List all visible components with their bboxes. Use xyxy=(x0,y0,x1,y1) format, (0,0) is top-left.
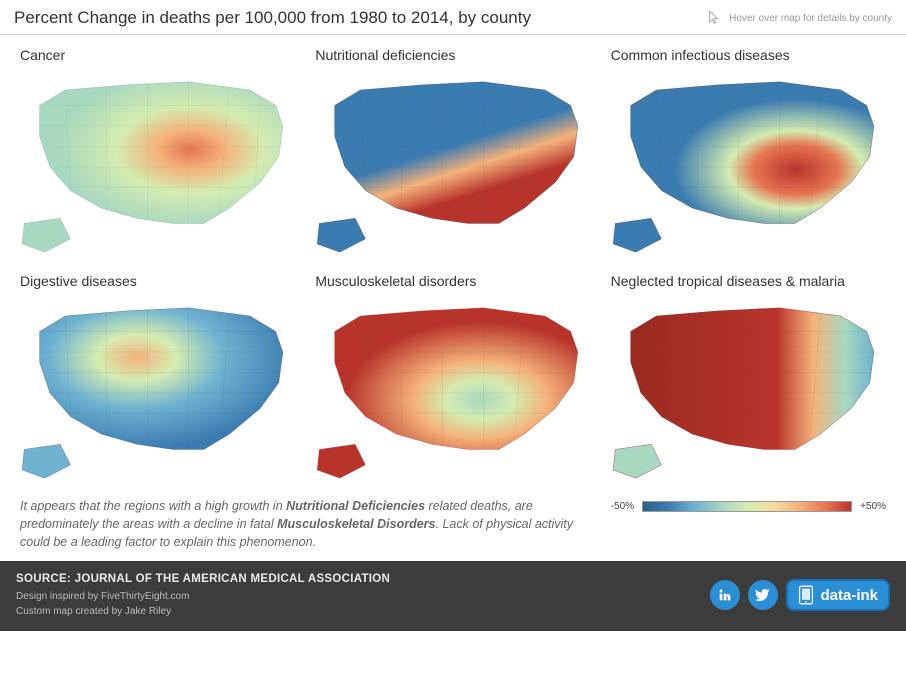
blurb-text: predominately the areas with a decline i… xyxy=(20,517,277,531)
badge-label: data-ink xyxy=(820,587,878,604)
choropleth-map[interactable] xyxy=(605,69,892,265)
panel-infectious: Common infectious diseases xyxy=(605,45,892,265)
panel-title: Nutritional deficiencies xyxy=(315,47,596,63)
panel-title: Digestive diseases xyxy=(20,273,301,289)
map-grid: Cancer Nutr xyxy=(0,35,906,495)
panel-tropical: Neglected tropical diseases & malaria xyxy=(605,271,892,491)
panel-title: Musculoskeletal disorders xyxy=(315,273,596,289)
color-legend: -50% +50% xyxy=(597,495,906,516)
linkedin-icon xyxy=(717,587,733,603)
us-map-svg xyxy=(605,295,892,491)
legend-gradient xyxy=(642,501,852,512)
footer-credits: SOURCE: JOURNAL OF THE AMERICAN MEDICAL … xyxy=(16,571,390,618)
page-title: Percent Change in deaths per 100,000 fro… xyxy=(14,8,531,28)
legend-min: -50% xyxy=(611,501,634,512)
blurb-text: . Lack of physical activity xyxy=(436,517,574,531)
choropleth-map[interactable] xyxy=(14,295,301,491)
hover-hint: Hover over map for details by county xyxy=(707,10,892,26)
footer-bar: SOURCE: JOURNAL OF THE AMERICAN MEDICAL … xyxy=(0,561,906,630)
legend-max: +50% xyxy=(860,501,886,512)
footer-design-credit: Design inspired by FiveThirtyEight.com xyxy=(16,589,390,604)
panel-title: Cancer xyxy=(20,47,301,63)
hover-hint-text: Hover over map for details by county xyxy=(729,13,892,24)
panel-digestive: Digestive diseases xyxy=(14,271,301,491)
choropleth-map[interactable] xyxy=(309,295,596,491)
choropleth-map[interactable] xyxy=(309,69,596,265)
blurb-text: related deaths, are xyxy=(425,499,533,513)
panel-title: Common infectious diseases xyxy=(611,47,892,63)
blurb-text: It appears that the regions with a high … xyxy=(20,499,286,513)
blurb-em: Musculoskeletal Disorders xyxy=(277,517,435,531)
panel-musculoskeletal: Musculoskeletal disorders xyxy=(309,271,596,491)
header-row: Percent Change in deaths per 100,000 fro… xyxy=(0,0,906,35)
footer-source: SOURCE: JOURNAL OF THE AMERICAN MEDICAL … xyxy=(16,571,390,588)
footer-actions: data-ink xyxy=(710,579,890,611)
blurb-em: Nutritional Deficiencies xyxy=(286,499,425,513)
panel-nutritional: Nutritional deficiencies xyxy=(309,45,596,265)
blurb-text: could be a leading factor to explain thi… xyxy=(20,535,316,549)
choropleth-map[interactable] xyxy=(14,69,301,265)
us-map-svg xyxy=(309,295,596,491)
linkedin-button[interactable] xyxy=(710,580,740,610)
cursor-icon xyxy=(707,10,723,26)
us-map-svg xyxy=(309,69,596,265)
footer-map-credit: Custom map created by Jake Riley xyxy=(16,604,390,619)
twitter-icon xyxy=(755,587,771,603)
tablet-icon xyxy=(798,585,814,605)
commentary-blurb: It appears that the regions with a high … xyxy=(0,495,593,561)
us-map-svg xyxy=(14,295,301,491)
data-ink-badge[interactable]: data-ink xyxy=(786,579,890,611)
us-map-svg xyxy=(605,69,892,265)
twitter-button[interactable] xyxy=(748,580,778,610)
panel-cancer: Cancer xyxy=(14,45,301,265)
choropleth-map[interactable] xyxy=(605,295,892,491)
us-map-svg xyxy=(14,69,301,265)
panel-title: Neglected tropical diseases & malaria xyxy=(611,273,892,289)
